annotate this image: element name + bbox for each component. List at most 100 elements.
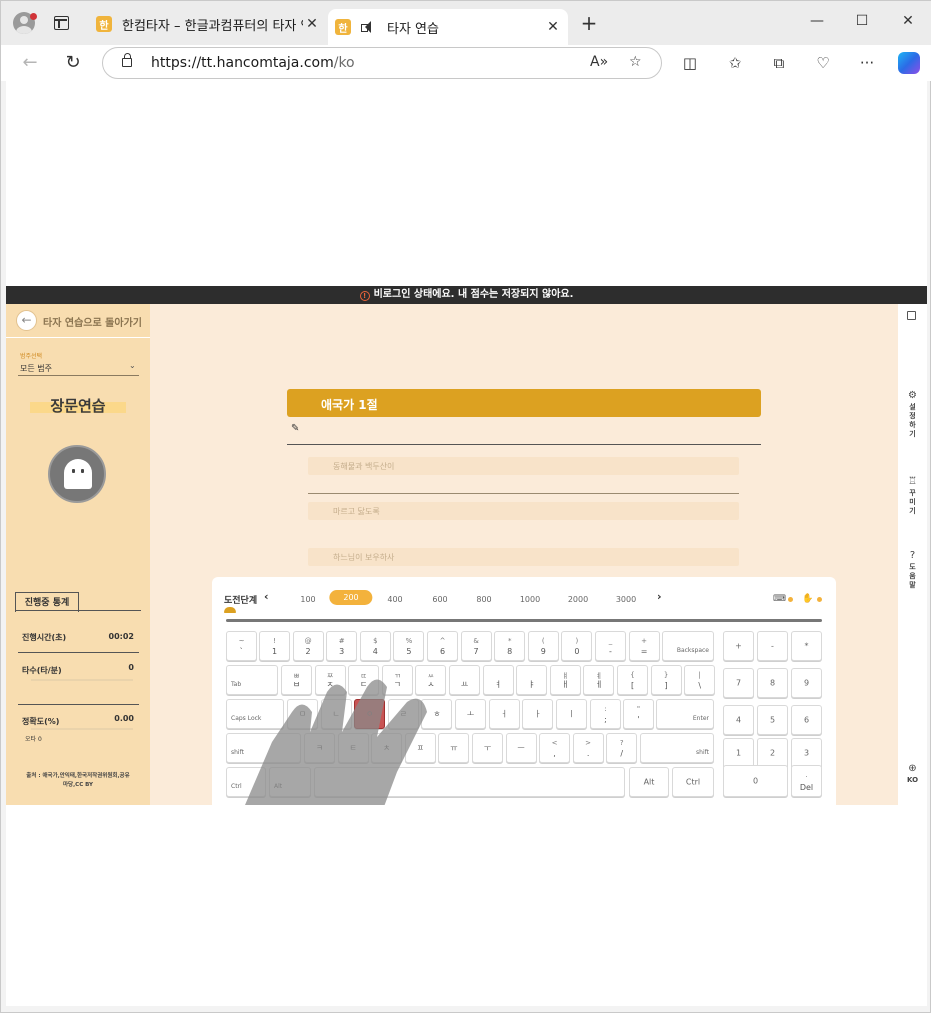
level-600[interactable]: 600 (432, 595, 447, 604)
level-next-button[interactable]: › (657, 590, 662, 603)
help-button[interactable]: ? 도움말 (898, 550, 927, 590)
key[interactable]: ㅡ (505, 733, 537, 763)
level-prev-button[interactable]: ‹ (264, 590, 269, 603)
key[interactable]: ㅆㅅ (415, 665, 447, 695)
numpad-key[interactable]: - (757, 631, 788, 661)
level-800[interactable]: 800 (476, 595, 491, 604)
close-window-button[interactable]: ✕ (898, 13, 918, 29)
favorites-icon[interactable]: ✩ (725, 53, 745, 73)
backspace-key[interactable]: Backspace (662, 631, 714, 661)
copilot-icon[interactable] (898, 52, 920, 74)
level-400[interactable]: 400 (387, 595, 402, 604)
numpad-key[interactable]: 3 (791, 738, 822, 768)
numpad-key[interactable]: 1 (723, 738, 754, 768)
key[interactable]: ^ 6 (427, 631, 458, 661)
key[interactable]: ㅑ (516, 665, 548, 695)
key[interactable]: ㄴ (320, 699, 352, 729)
numpad-key[interactable]: 5 (757, 705, 788, 735)
key[interactable]: ㅣ (555, 699, 587, 729)
enter-key[interactable]: Enter (656, 699, 714, 729)
numpad-key[interactable]: 2 (757, 738, 788, 768)
back-arrow-icon[interactable]: ← (19, 52, 41, 74)
level-2000[interactable]: 2000 (568, 595, 588, 604)
tab-close-icon[interactable]: ✕ (303, 16, 321, 32)
refresh-icon[interactable]: ↻ (62, 52, 84, 74)
key[interactable]: ㅒㅐ (549, 665, 581, 695)
key[interactable]: ㄲㄱ (381, 665, 413, 695)
key[interactable]: }] (650, 665, 682, 695)
address-bar[interactable]: https://tt.hancomtaja.com/ko A» ☆ (102, 47, 662, 79)
key[interactable]: + = (628, 631, 660, 661)
key[interactable]: ㅗ (455, 699, 486, 729)
url-text[interactable]: https://tt.hancomtaja.com/ko (151, 55, 355, 71)
numpad-del-key[interactable]: . Del (791, 765, 822, 797)
tab-hancomtaja[interactable]: 한 한컴타자 – 한글과컴퓨터의 타자 연습 ✕ (89, 9, 327, 39)
key[interactable]: ㅎ (421, 699, 453, 729)
key[interactable]: ㄸㄷ (348, 665, 380, 695)
speaker-icon[interactable] (361, 20, 377, 34)
left-ctrl-key[interactable]: Ctrl (226, 767, 266, 797)
key[interactable]: $4 (359, 631, 391, 661)
browser-essentials-icon[interactable]: ♡ (813, 53, 833, 73)
key[interactable]: _ - (595, 631, 626, 661)
numpad-key[interactable]: + (723, 631, 754, 661)
key[interactable]: ㅕ (482, 665, 514, 695)
back-arrow-icon[interactable]: ← (16, 310, 37, 331)
back-label[interactable]: 타자 연습으로 돌아가기 (43, 314, 142, 329)
key[interactable]: ㅃㅂ (281, 665, 312, 695)
new-tab-button[interactable]: + (579, 13, 599, 33)
key[interactable]: | \ (684, 665, 716, 695)
chevron-down-icon[interactable]: ⌄ (129, 361, 136, 370)
decorate-button[interactable]: ♖ 꾸미기 (898, 476, 927, 516)
language-button[interactable]: ⊕ KO (898, 763, 927, 785)
collections-icon[interactable]: ⧉ (769, 53, 789, 73)
key[interactable]: ) 0 (561, 631, 593, 661)
level-1000[interactable]: 1000 (520, 595, 540, 604)
key[interactable]: & 7 (460, 631, 492, 661)
key[interactable]: {[ (617, 665, 648, 695)
key[interactable]: >. (572, 733, 604, 763)
keyboard-toggle-icon[interactable]: ⌨ (773, 594, 786, 604)
copy-icon[interactable] (907, 311, 916, 320)
key[interactable]: ㅜ (472, 733, 503, 763)
key[interactable]: ㅓ (488, 699, 520, 729)
caps-lock-key[interactable]: Caps Lock (226, 699, 284, 729)
lock-icon[interactable] (122, 53, 132, 67)
key[interactable]: ! 1 (259, 631, 290, 661)
level-3000[interactable]: 3000 (616, 595, 636, 604)
key[interactable]: <, (539, 733, 570, 763)
settings-button[interactable]: ⚙ 설정하기 (898, 390, 927, 439)
tab-close-icon[interactable]: ✕ (544, 19, 562, 35)
tab-actions-icon[interactable] (54, 16, 69, 30)
numpad-key[interactable]: 6 (791, 705, 822, 735)
numpad-key[interactable]: * (791, 631, 822, 661)
level-200[interactable]: 200 (329, 590, 373, 605)
key[interactable]: @2 (292, 631, 324, 661)
key[interactable]: ㅋ (304, 733, 335, 763)
right-alt-key[interactable]: Alt (629, 767, 669, 797)
favorite-star-icon[interactable]: ☆ (629, 54, 642, 70)
numpad-key[interactable]: 9 (791, 668, 822, 698)
right-shift-key[interactable]: shift (640, 733, 714, 763)
key[interactable]: ? / (606, 733, 638, 763)
left-alt-key[interactable]: Alt (269, 767, 311, 797)
key[interactable]: ㄹ (387, 699, 419, 729)
numpad-key[interactable]: 8 (757, 668, 788, 698)
tab-typing-practice[interactable]: 한 타자 연습 ✕ (328, 9, 568, 45)
level-100[interactable]: 100 (300, 595, 315, 604)
range-select[interactable]: 모든 범주 (20, 363, 52, 374)
space-key[interactable] (314, 767, 625, 797)
more-menu-icon[interactable]: ··· (857, 53, 877, 73)
key[interactable]: #3 (326, 631, 358, 661)
key[interactable]: ㅏ (522, 699, 554, 729)
key[interactable]: * 8 (494, 631, 526, 661)
key[interactable]: :; (590, 699, 621, 729)
key[interactable]: ㅛ (449, 665, 480, 695)
key-backtick[interactable]: ~ ` (226, 631, 257, 661)
read-aloud-icon[interactable]: A» (590, 54, 608, 70)
numpad-key[interactable]: 4 (723, 705, 754, 735)
left-shift-key[interactable]: shift (226, 733, 301, 763)
tab-key[interactable]: Tab (226, 665, 278, 695)
typing-input[interactable] (287, 444, 761, 445)
maximize-button[interactable]: ☐ (852, 13, 872, 29)
